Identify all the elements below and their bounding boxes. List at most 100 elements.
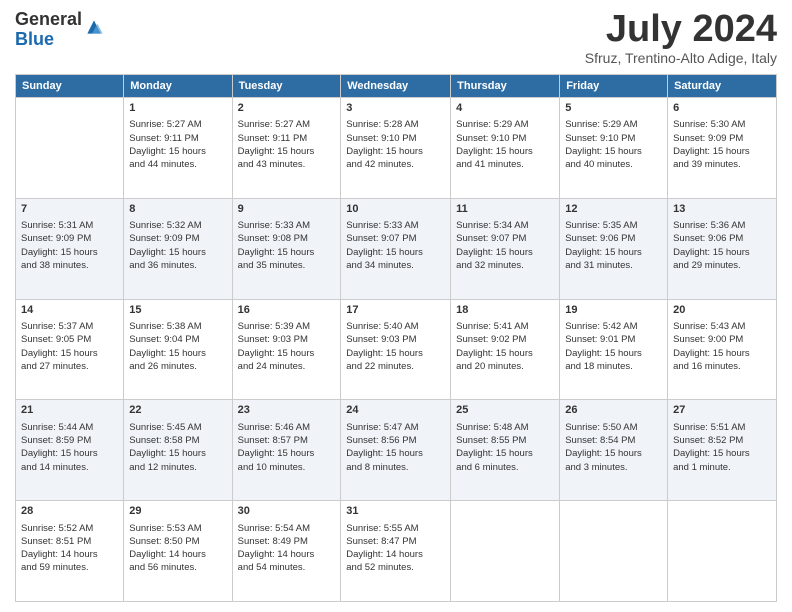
day-info-line: Sunset: 8:51 PM bbox=[21, 535, 118, 548]
day-info-line: Sunrise: 5:53 AM bbox=[129, 522, 226, 535]
day-info-line: Daylight: 15 hours bbox=[565, 145, 662, 158]
day-info-line: Sunset: 8:57 PM bbox=[238, 434, 336, 447]
day-number: 8 bbox=[129, 202, 226, 217]
calendar-cell: 9Sunrise: 5:33 AMSunset: 9:08 PMDaylight… bbox=[232, 198, 341, 299]
day-info-line: Sunrise: 5:37 AM bbox=[21, 320, 118, 333]
day-info-line: Sunset: 8:54 PM bbox=[565, 434, 662, 447]
day-info-line: Sunset: 8:55 PM bbox=[456, 434, 554, 447]
calendar-cell: 4Sunrise: 5:29 AMSunset: 9:10 PMDaylight… bbox=[451, 98, 560, 199]
calendar-cell: 10Sunrise: 5:33 AMSunset: 9:07 PMDayligh… bbox=[341, 198, 451, 299]
logo: General Blue bbox=[15, 10, 104, 50]
day-info-line: Sunrise: 5:42 AM bbox=[565, 320, 662, 333]
calendar-day-header: Sunday bbox=[16, 75, 124, 98]
day-info-line: Daylight: 15 hours bbox=[456, 145, 554, 158]
calendar-cell: 2 Sunrise: 5:27 AMSunset: 9:11 PMDaylight… bbox=[232, 98, 341, 199]
day-info-line: and 27 minutes. bbox=[21, 360, 118, 373]
day-info-line: and 36 minutes. bbox=[129, 259, 226, 272]
day-info-line: and 41 minutes. bbox=[456, 158, 554, 171]
day-number: 11 bbox=[456, 202, 554, 217]
calendar-cell: 11Sunrise: 5:34 AMSunset: 9:07 PMDayligh… bbox=[451, 198, 560, 299]
day-number: 3 bbox=[346, 101, 445, 116]
day-info-line: and 6 minutes. bbox=[456, 461, 554, 474]
header: General Blue July 2024 Sfruz, Trentino-A… bbox=[15, 10, 777, 66]
day-info-line: Sunrise: 5:34 AM bbox=[456, 219, 554, 232]
calendar-header-row: SundayMondayTuesdayWednesdayThursdayFrid… bbox=[16, 75, 777, 98]
calendar-cell: 6Sunrise: 5:30 AMSunset: 9:09 PMDaylight… bbox=[668, 98, 777, 199]
day-number: 28 bbox=[21, 504, 118, 519]
day-number: 16 bbox=[238, 303, 336, 318]
day-info-line: Sunset: 9:07 PM bbox=[456, 232, 554, 245]
day-info-line: Sunrise: 5:31 AM bbox=[21, 219, 118, 232]
day-info-line: Sunrise: 5:50 AM bbox=[565, 421, 662, 434]
day-info-line: Daylight: 15 hours bbox=[346, 347, 445, 360]
day-info-line: and 52 minutes. bbox=[346, 561, 445, 574]
day-info-line: Daylight: 15 hours bbox=[21, 347, 118, 360]
day-info-line: Sunset: 8:58 PM bbox=[129, 434, 226, 447]
page: General Blue July 2024 Sfruz, Trentino-A… bbox=[0, 0, 792, 612]
day-info-line: Daylight: 15 hours bbox=[346, 447, 445, 460]
calendar-week-row: 28 Sunrise: 5:52 AMSunset: 8:51 PM Dayligh… bbox=[16, 501, 777, 602]
day-info-line: Sunset: 9:04 PM bbox=[129, 333, 226, 346]
day-info-line: Sunset: 8:47 PM bbox=[346, 535, 445, 548]
day-info-line: Daylight: 15 hours bbox=[129, 447, 226, 460]
logo-text: General Blue bbox=[15, 10, 82, 50]
day-info-line: Sunrise: 5:52 AM bbox=[21, 522, 118, 535]
day-info-line: Sunset: 9:10 PM bbox=[346, 132, 445, 145]
calendar-day-header: Wednesday bbox=[341, 75, 451, 98]
calendar-week-row: 14Sunrise: 5:37 AMSunset: 9:05 PMDayligh… bbox=[16, 299, 777, 400]
day-number: 20 bbox=[673, 303, 771, 318]
day-info-line: Daylight: 15 hours bbox=[238, 347, 336, 360]
calendar-cell bbox=[451, 501, 560, 602]
day-info-line: Sunrise: 5:45 AM bbox=[129, 421, 226, 434]
day-info-line: Daylight: 15 hours bbox=[129, 347, 226, 360]
day-number: 26 bbox=[565, 403, 662, 418]
day-info-line: Sunset: 9:08 PM bbox=[238, 232, 336, 245]
day-info-line: Sunrise: 5:48 AM bbox=[456, 421, 554, 434]
day-info-line: and 8 minutes. bbox=[346, 461, 445, 474]
calendar-cell: 19Sunrise: 5:42 AMSunset: 9:01 PMDayligh… bbox=[560, 299, 668, 400]
day-info-line: Sunset: 9:02 PM bbox=[456, 333, 554, 346]
day-info-line: Daylight: 15 hours bbox=[673, 347, 771, 360]
day-info-line: Sunset: 8:59 PM bbox=[21, 434, 118, 447]
day-info-line: Sunrise: 5:47 AM bbox=[346, 421, 445, 434]
calendar-cell: 14Sunrise: 5:37 AMSunset: 9:05 PMDayligh… bbox=[16, 299, 124, 400]
calendar-cell: 21Sunrise: 5:44 AMSunset: 8:59 PMDayligh… bbox=[16, 400, 124, 501]
calendar-cell: 30Sunrise: 5:54 AMSunset: 8:49 PMDayligh… bbox=[232, 501, 341, 602]
month-title: July 2024 bbox=[585, 10, 777, 48]
day-number: 1 bbox=[129, 101, 226, 116]
day-info-line: and 22 minutes. bbox=[346, 360, 445, 373]
day-info-line: and 59 minutes. bbox=[21, 561, 118, 574]
day-info-line: Daylight: 15 hours bbox=[346, 145, 445, 158]
calendar-cell: 23Sunrise: 5:46 AMSunset: 8:57 PMDayligh… bbox=[232, 400, 341, 501]
calendar-cell: 18Sunrise: 5:41 AMSunset: 9:02 PMDayligh… bbox=[451, 299, 560, 400]
day-info-line: Daylight: 15 hours bbox=[673, 447, 771, 460]
day-number: 21 bbox=[21, 403, 118, 418]
day-info-line: Daylight: 15 hours bbox=[21, 246, 118, 259]
calendar-cell: 28Sunrise: 5:52 AMSunset: 8:51 PMDayligh… bbox=[16, 501, 124, 602]
day-info-line: Sunrise: 5:40 AM bbox=[346, 320, 445, 333]
day-info-line: and 56 minutes. bbox=[129, 561, 226, 574]
day-info-line: Sunset: 9:11 PM bbox=[238, 132, 336, 145]
day-info-line: Sunrise: 5:27 AM bbox=[238, 118, 336, 131]
calendar-cell: 27Sunrise: 5:51 AMSunset: 8:52 PMDayligh… bbox=[668, 400, 777, 501]
day-info-line: and 29 minutes. bbox=[673, 259, 771, 272]
calendar-cell: 15Sunrise: 5:38 AMSunset: 9:04 PMDayligh… bbox=[124, 299, 232, 400]
day-info-line: and 3 minutes. bbox=[565, 461, 662, 474]
day-info-line: Daylight: 15 hours bbox=[238, 145, 336, 158]
day-number: 5 bbox=[565, 101, 662, 116]
calendar-week-row: 1Sunrise: 5:27 AMSunset: 9:11 PMDaylight… bbox=[16, 98, 777, 199]
calendar-week-row: 7Sunrise: 5:31 AMSunset: 9:09 PMDaylight… bbox=[16, 198, 777, 299]
day-number: 2 bbox=[238, 101, 336, 116]
day-info-line: Daylight: 14 hours bbox=[129, 548, 226, 561]
day-info-line: Daylight: 15 hours bbox=[565, 447, 662, 460]
day-info-line: and 31 minutes. bbox=[565, 259, 662, 272]
calendar-cell: 26 Sunrise: 5:50 AMSunset: 8:54 PMDayligh… bbox=[560, 400, 668, 501]
day-info-line: Sunset: 9:00 PM bbox=[673, 333, 771, 346]
day-info-line: and 12 minutes. bbox=[129, 461, 226, 474]
day-number: 12 bbox=[565, 202, 662, 217]
day-number: 10 bbox=[346, 202, 445, 217]
day-number: 13 bbox=[673, 202, 771, 217]
calendar-cell: 25Sunrise: 5:48 AMSunset: 8:55 PMDayligh… bbox=[451, 400, 560, 501]
day-info-line: and 34 minutes. bbox=[346, 259, 445, 272]
day-number: 14 bbox=[21, 303, 118, 318]
